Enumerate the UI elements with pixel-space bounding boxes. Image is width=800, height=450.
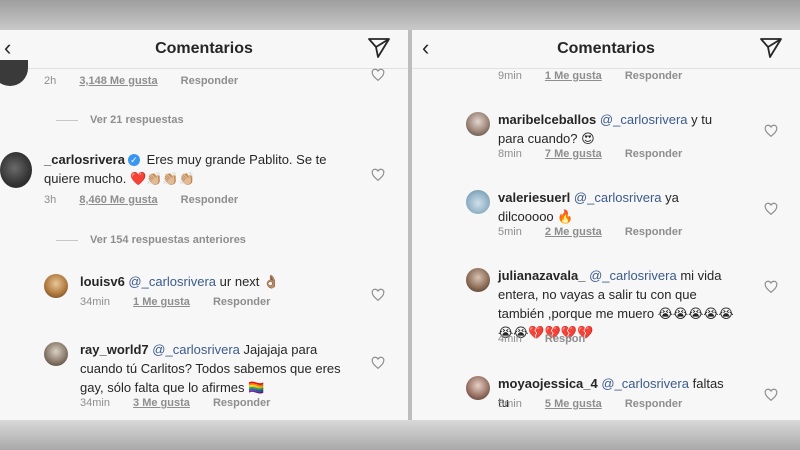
avatar[interactable] [44,274,68,298]
username-link[interactable]: _carlosrivera [44,152,125,167]
mention-link[interactable]: @_carlosrivera [601,376,689,391]
header: ‹ Comentarios [412,30,800,69]
comment-meta: 3h 8,460 Me gusta Responder [44,194,258,206]
background-bottom [0,420,800,450]
heart-icon[interactable] [764,124,778,137]
comment-text: julianazavala_ @_carlosrivera mi vida en… [498,266,738,342]
comment-meta: 8min 7 Me gusta Responder [498,148,702,160]
comment-time: 8min [498,148,522,160]
comment-body: ur next 👌🏽 [219,274,280,289]
comment-time: 34min [80,296,110,308]
comment-time: 5min [498,398,522,410]
mention-link[interactable]: @_carlosrivera [589,268,677,283]
comment-text: maribelceballos @_carlosrivera y tu para… [498,110,728,148]
comment-text: louisv6 @_carlosrivera ur next 👌🏽 [80,272,350,291]
heart-icon[interactable] [371,288,385,301]
avatar[interactable] [466,190,490,214]
likes-link[interactable]: 5 Me gusta [545,398,602,410]
avatar[interactable] [44,342,68,366]
comment-meta: 2h 3,148 Me gusta Responder [44,75,258,87]
avatar[interactable] [466,376,490,400]
heart-icon[interactable] [371,356,385,369]
username-link[interactable]: ray_world7 [80,342,149,357]
heart-icon[interactable] [371,168,385,181]
send-icon[interactable] [366,36,392,60]
likes-link[interactable]: 7 Me gusta [545,148,602,160]
mention-link[interactable]: @_carlosrivera [574,190,662,205]
comment-time: 3h [44,194,57,206]
avatar[interactable] [466,268,490,292]
mention-link[interactable]: @_carlosrivera [600,112,688,127]
reply-button[interactable]: Responder [625,148,682,160]
likes-link[interactable]: 1 Me gusta [133,296,190,308]
comments-panel-left: ‹ Comentarios 2h 3,148 Me gusta Responde… [0,30,408,420]
heart-icon[interactable] [371,68,385,81]
comment-time: 4min [498,333,522,345]
likes-link[interactable]: 8,460 Me gusta [79,194,157,206]
comment-time: 34min [80,397,110,409]
reply-button[interactable]: Responder [625,398,682,410]
mention-link[interactable]: @_carlosrivera [152,342,240,357]
likes-link[interactable]: 2 Me gusta [545,226,602,238]
reply-button[interactable]: Responder [625,226,682,238]
username-link[interactable]: maribelceballos [498,112,596,127]
heart-icon[interactable] [764,280,778,293]
reply-button[interactable]: Responder [213,296,270,308]
view-replies-button[interactable]: Ver 154 respuestas anteriores [56,234,246,246]
comment-meta: 34min 3 Me gusta Responder [80,397,290,409]
divider-line [56,239,78,241]
heart-icon[interactable] [764,388,778,401]
comment-meta: 9min 1 Me gusta Responder [498,70,702,82]
page-title: Comentarios [557,40,655,57]
username-link[interactable]: valeriesuerl [498,190,570,205]
view-replies-label: Ver 154 respuestas anteriores [90,234,246,246]
send-icon[interactable] [758,36,784,60]
avatar[interactable] [0,60,28,86]
username-link[interactable]: julianazavala_ [498,268,585,283]
comment-meta: 5min 2 Me gusta Responder [498,226,702,238]
page-title: Comentarios [155,40,253,57]
reply-button[interactable]: Respon [545,333,585,345]
mention-link[interactable]: @_carlosrivera [128,274,216,289]
comment-text: valeriesuerl @_carlosrivera ya dilcooooo… [498,188,738,226]
comment-text: _carlosrivera ✓ Eres muy grande Pablito. … [44,150,344,188]
comment-time: 9min [498,70,522,82]
view-replies-button[interactable]: Ver 21 respuestas [56,114,184,126]
avatar[interactable] [0,152,32,188]
avatar[interactable] [466,112,490,136]
verified-badge-icon: ✓ [127,154,140,166]
divider-line [56,119,78,121]
reply-button[interactable]: Responder [625,70,682,82]
background-top [0,0,800,30]
comment-text: ray_world7 @_carlosrivera Jajajaja para … [80,340,348,397]
comment-time: 2h [44,75,57,87]
username-link[interactable]: louisv6 [80,274,125,289]
username-link[interactable]: moyaojessica_4 [498,376,598,391]
reply-button[interactable]: Responder [181,75,238,87]
comments-panel-right: ‹ Comentarios 9min 1 Me gusta Responder … [412,30,800,420]
likes-link[interactable]: 1 Me gusta [545,70,602,82]
view-replies-label: Ver 21 respuestas [90,114,184,126]
comment-meta: 5min 5 Me gusta Responder [498,398,702,410]
reply-button[interactable]: Responder [213,397,270,409]
header: ‹ Comentarios [0,30,408,69]
reply-button[interactable]: Responder [181,194,238,206]
comment-meta: 4min Respon [498,333,605,345]
comment-meta: 34min 1 Me gusta Responder [80,296,290,308]
likes-link[interactable]: 3,148 Me gusta [79,75,157,87]
heart-icon[interactable] [764,202,778,215]
likes-link[interactable]: 3 Me gusta [133,397,190,409]
comment-time: 5min [498,226,522,238]
